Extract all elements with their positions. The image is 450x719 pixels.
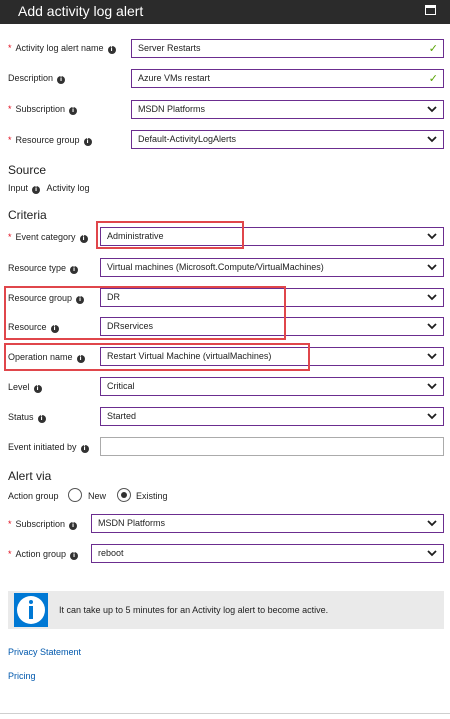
info-icon[interactable]: i xyxy=(57,76,66,84)
event-initiated-by-input[interactable] xyxy=(100,437,444,456)
alert-subscription-dropdown[interactable]: MSDN Platforms xyxy=(91,514,444,533)
info-icon[interactable]: i xyxy=(83,138,92,146)
event-initiated-by-label: Event initiated by i xyxy=(8,441,89,453)
info-icon[interactable]: i xyxy=(69,107,78,115)
operation-name-dropdown[interactable]: Restart Virtual Machine (virtualMachines… xyxy=(100,347,444,366)
divider xyxy=(0,713,450,714)
resource-group-dropdown[interactable]: Default-ActivityLogAlerts xyxy=(131,130,444,149)
chevron-down-icon xyxy=(427,264,437,271)
subscription-label: * Subscription i xyxy=(8,103,78,115)
alert-name-label: * Activity log alert name i xyxy=(8,42,116,54)
info-icon[interactable]: i xyxy=(76,355,85,363)
resource-group-label: * Resource group i xyxy=(8,134,92,146)
privacy-statement-link[interactable]: Privacy Statement xyxy=(8,646,81,658)
info-icon[interactable]: i xyxy=(69,522,78,530)
resource-dropdown[interactable]: DRservices xyxy=(100,317,444,336)
alert-name-input[interactable]: Server Restarts ✓ xyxy=(131,39,444,58)
description-input[interactable]: Azure VMs restart ✓ xyxy=(131,69,444,88)
info-message: It can take up to 5 minutes for an Activ… xyxy=(59,605,329,615)
alert-via-heading: Alert via xyxy=(8,469,52,483)
criteria-resource-group-label: Resource group i xyxy=(8,292,85,304)
subscription-dropdown[interactable]: MSDN Platforms xyxy=(131,100,444,119)
radio-new-label: New xyxy=(88,491,107,501)
chevron-down-icon xyxy=(427,136,437,143)
info-banner: It can take up to 5 minutes for an Activ… xyxy=(8,591,444,629)
info-icon[interactable]: i xyxy=(37,415,46,423)
blade-title: Add activity log alert xyxy=(18,3,144,19)
info-icon[interactable]: i xyxy=(79,235,88,243)
required-marker: * xyxy=(8,232,12,242)
checkmark-icon: ✓ xyxy=(428,42,438,55)
chevron-down-icon xyxy=(427,383,437,390)
chevron-down-icon xyxy=(427,323,437,330)
radio-new[interactable] xyxy=(68,488,82,502)
source-input-row: Input i Activity log xyxy=(8,183,90,194)
checkmark-icon: ✓ xyxy=(428,72,438,85)
info-icon[interactable]: i xyxy=(70,266,79,274)
radio-existing-label: Existing xyxy=(136,491,168,501)
info-icon[interactable]: i xyxy=(80,445,89,453)
resource-label: Resource i xyxy=(8,321,59,333)
criteria-resource-group-dropdown[interactable]: DR xyxy=(100,288,444,307)
required-marker: * xyxy=(8,104,12,114)
event-category-label: * Event category i xyxy=(8,231,88,243)
info-icon[interactable]: i xyxy=(32,186,41,194)
chevron-down-icon xyxy=(427,353,437,360)
level-label: Level i xyxy=(8,381,42,393)
chevron-down-icon xyxy=(427,106,437,113)
radio-existing[interactable] xyxy=(117,488,131,502)
info-icon[interactable]: i xyxy=(33,385,42,393)
description-label: Description i xyxy=(8,72,66,84)
maximize-icon[interactable] xyxy=(425,5,436,15)
blade-header: Add activity log alert xyxy=(0,0,450,24)
required-marker: * xyxy=(8,135,12,145)
level-dropdown[interactable]: Critical xyxy=(100,377,444,396)
source-heading: Source xyxy=(8,163,47,177)
info-icon[interactable]: i xyxy=(107,46,116,54)
required-marker: * xyxy=(8,43,12,53)
action-group-option-label: Action group xyxy=(8,491,59,501)
chevron-down-icon xyxy=(427,294,437,301)
action-group-dropdown[interactable]: reboot xyxy=(91,544,444,563)
source-input-value: Activity log xyxy=(46,183,90,193)
chevron-down-icon xyxy=(427,550,437,557)
required-marker: * xyxy=(8,519,12,529)
status-label: Status i xyxy=(8,411,46,423)
event-category-dropdown[interactable]: Administrative xyxy=(100,227,444,246)
resource-type-dropdown[interactable]: Virtual machines (Microsoft.Compute/Virt… xyxy=(100,258,444,277)
chevron-down-icon xyxy=(427,413,437,420)
required-marker: * xyxy=(8,549,12,559)
chevron-down-icon xyxy=(427,233,437,240)
alert-subscription-label: * Subscription i xyxy=(8,518,78,530)
info-icon[interactable]: i xyxy=(70,552,79,560)
operation-name-label: Operation name i xyxy=(8,351,85,363)
criteria-heading: Criteria xyxy=(8,208,47,222)
info-icon[interactable]: i xyxy=(50,325,59,333)
resource-type-label: Resource type i xyxy=(8,262,79,274)
info-icon[interactable]: i xyxy=(76,296,85,304)
action-group-label: * Action group i xyxy=(8,548,79,560)
info-icon xyxy=(14,593,48,627)
chevron-down-icon xyxy=(427,520,437,527)
pricing-link[interactable]: Pricing xyxy=(8,670,36,682)
status-dropdown[interactable]: Started xyxy=(100,407,444,426)
